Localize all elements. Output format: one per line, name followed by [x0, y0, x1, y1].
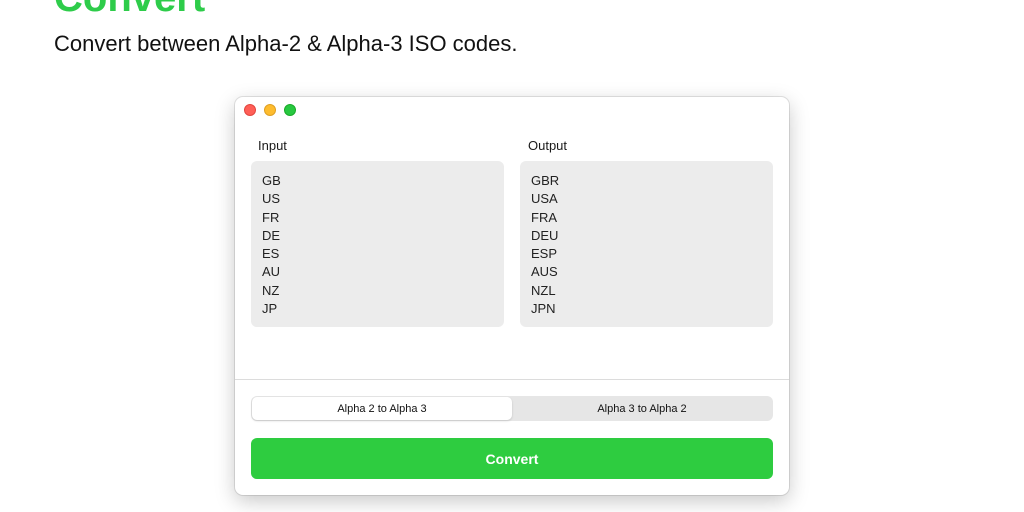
- output-code: FRA: [531, 209, 557, 225]
- page-title: Convert: [54, 0, 205, 18]
- output-textarea[interactable]: GBR USA FRA DEU ESP AUS NZL JPN: [520, 161, 773, 327]
- output-code: JPN: [531, 301, 556, 317]
- input-code-list: GB US FR DE ES AU NZ JP: [262, 172, 504, 318]
- input-code: ES: [262, 246, 280, 262]
- convert-button[interactable]: Convert: [251, 438, 773, 479]
- input-textarea[interactable]: GB US FR DE ES AU NZ JP: [251, 161, 504, 327]
- app-window: Input Output GB US FR DE ES AU NZ JP GBR…: [235, 97, 789, 495]
- segment-alpha2-to-alpha3[interactable]: Alpha 2 to Alpha 3: [252, 397, 512, 420]
- maximize-window-button[interactable]: [284, 104, 296, 116]
- input-code: GB: [262, 173, 281, 188]
- close-window-button[interactable]: [244, 104, 256, 116]
- window-controls: [244, 104, 296, 116]
- input-code: FR: [262, 209, 280, 225]
- output-code: AUS: [531, 264, 558, 280]
- input-code: DE: [262, 227, 281, 243]
- input-label: Input: [258, 138, 287, 153]
- input-code: NZ: [262, 282, 280, 298]
- mode-segmented-control: Alpha 2 to Alpha 3 Alpha 3 to Alpha 2: [251, 396, 773, 421]
- output-label: Output: [528, 138, 568, 153]
- output-code-list: GBR USA FRA DEU ESP AUS NZL JPN: [531, 172, 773, 318]
- output-code: DEU: [531, 227, 559, 243]
- output-code: NZL: [531, 282, 556, 298]
- divider: [235, 379, 789, 380]
- minimize-window-button[interactable]: [264, 104, 276, 116]
- page-subtitle: Convert between Alpha-2 & Alpha-3 ISO co…: [54, 31, 518, 56]
- output-code: ESP: [531, 246, 558, 262]
- input-code: US: [262, 191, 281, 207]
- input-code: AU: [262, 264, 281, 280]
- segment-alpha3-to-alpha2[interactable]: Alpha 3 to Alpha 2: [512, 397, 772, 420]
- output-code: GBR: [531, 173, 560, 188]
- output-code: USA: [531, 191, 558, 207]
- input-code: JP: [262, 301, 278, 317]
